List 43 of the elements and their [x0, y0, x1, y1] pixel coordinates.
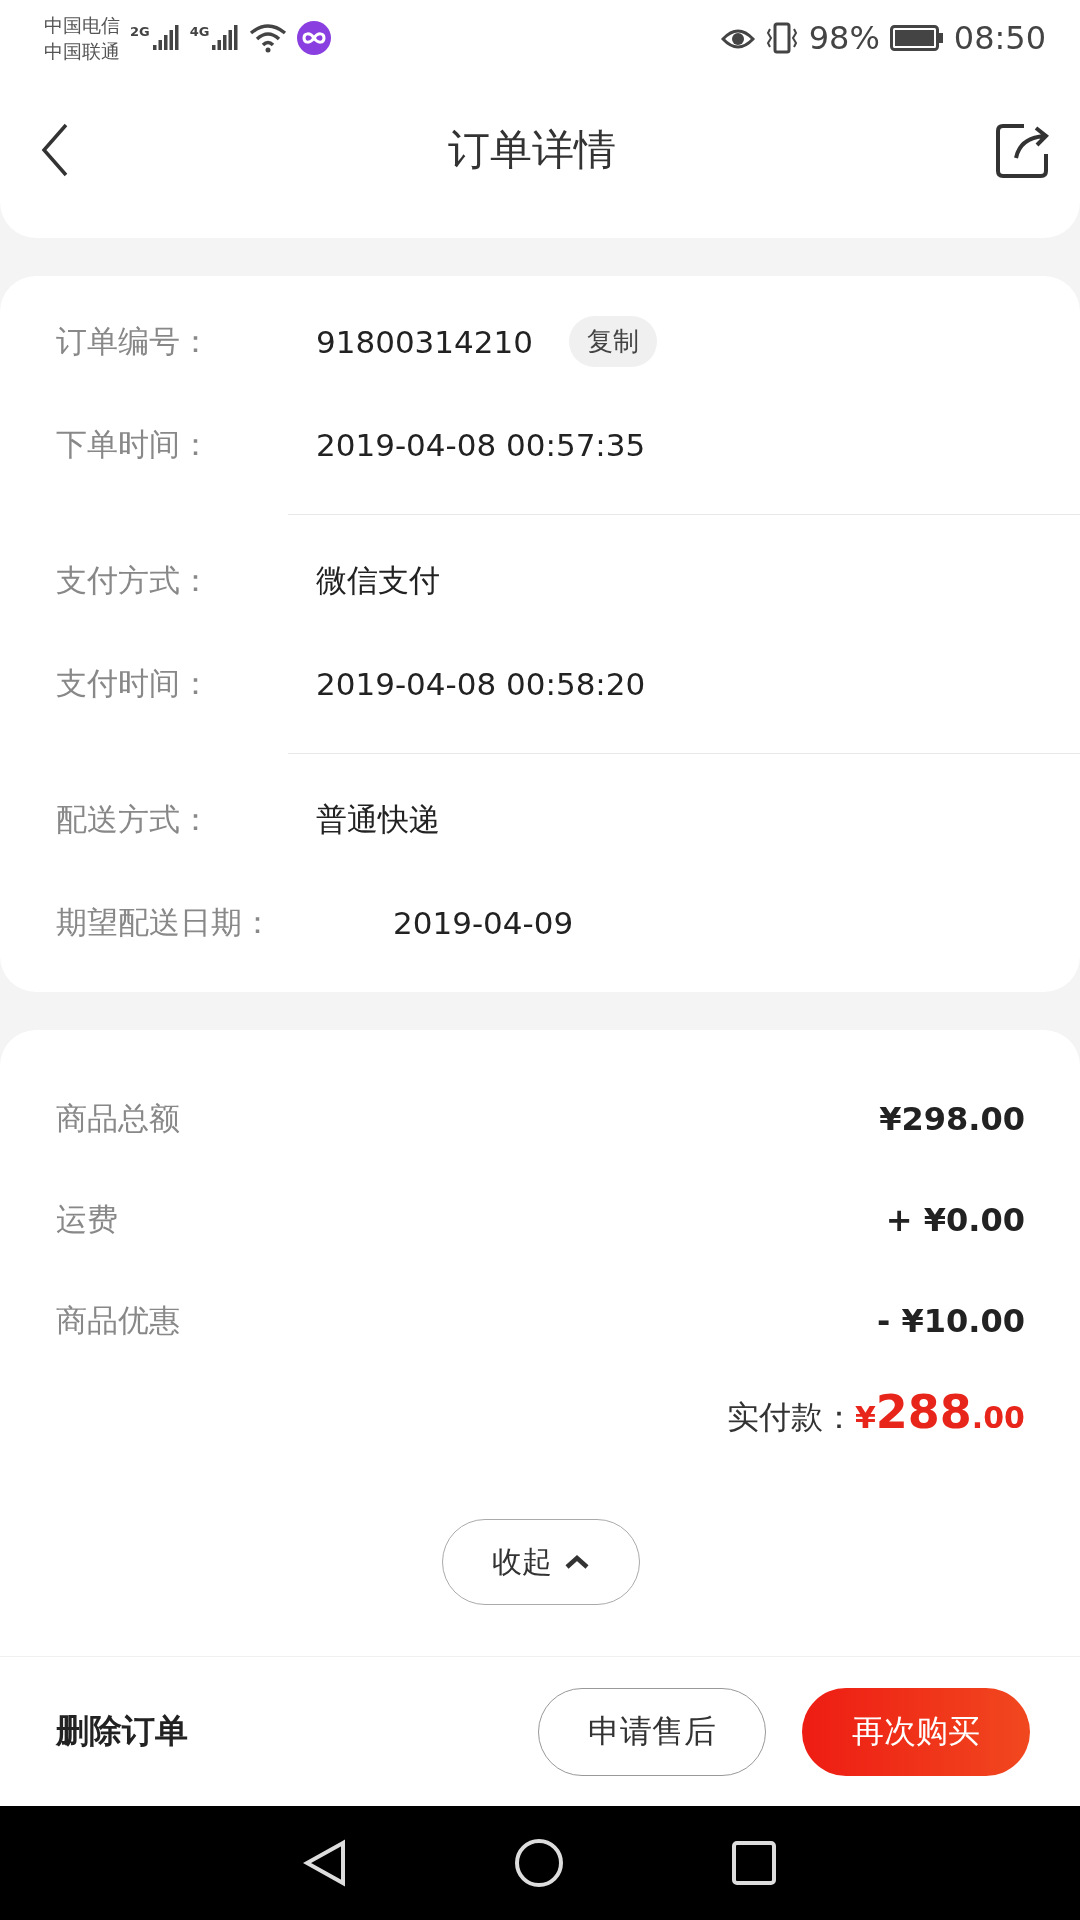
vibrate-icon: [764, 21, 799, 55]
copy-button[interactable]: 复制: [568, 316, 657, 367]
network-type: 4G: [189, 24, 210, 39]
chevron-up-icon: [563, 1554, 590, 1570]
network-type: 2G: [130, 24, 150, 39]
field-label: 下单时间：: [56, 424, 212, 464]
clock-time: 08:50: [953, 19, 1046, 57]
field-label: 订单编号：: [56, 321, 212, 361]
recents-square-icon[interactable]: [730, 1840, 777, 1886]
collapse-button[interactable]: 收起: [441, 1519, 640, 1605]
carrier-name: 中国电信: [44, 13, 120, 38]
battery-icon: [889, 25, 944, 51]
total-label: 实付款：: [726, 1397, 855, 1438]
cost-label: 运费: [56, 1199, 118, 1239]
cost-amount: ¥298.00: [879, 1099, 1025, 1138]
delete-order-link[interactable]: 删除订单: [56, 1709, 502, 1754]
field-label: 支付时间：: [56, 663, 212, 703]
field-value: 普通快递: [316, 799, 440, 839]
field-value: 2019-04-08 00:58:20: [316, 665, 646, 702]
field-value: 91800314210: [316, 323, 533, 360]
field-label: 支付方式：: [56, 560, 212, 600]
field-value: 微信支付: [316, 560, 440, 600]
field-label: 配送方式：: [56, 799, 212, 839]
app-icon: [297, 21, 332, 55]
field-value: 2019-04-09: [393, 904, 574, 941]
cost-label: 商品总额: [56, 1098, 180, 1138]
buy-again-button[interactable]: 再次购买: [802, 1687, 1030, 1776]
signal-icon: [151, 24, 180, 52]
after-sales-button[interactable]: 申请售后: [538, 1687, 766, 1776]
back-triangle-icon[interactable]: [303, 1839, 348, 1887]
total-amount: ¥288.00: [854, 1385, 1025, 1439]
back-icon[interactable]: [40, 123, 70, 177]
wifi-icon: [249, 23, 288, 53]
battery-percent: 98%: [808, 19, 880, 57]
home-circle-icon[interactable]: [514, 1838, 564, 1888]
cost-amount: + ¥0.00: [885, 1200, 1025, 1239]
field-label: 期望配送日期：: [56, 902, 274, 942]
cost-amount: - ¥10.00: [877, 1301, 1025, 1340]
signal-icon: [211, 24, 240, 52]
carrier-name: 中国联通: [44, 39, 120, 64]
page-title: 订单详情: [448, 124, 616, 176]
cost-label: 商品优惠: [56, 1300, 180, 1340]
field-value: 2019-04-08 00:57:35: [316, 426, 646, 463]
